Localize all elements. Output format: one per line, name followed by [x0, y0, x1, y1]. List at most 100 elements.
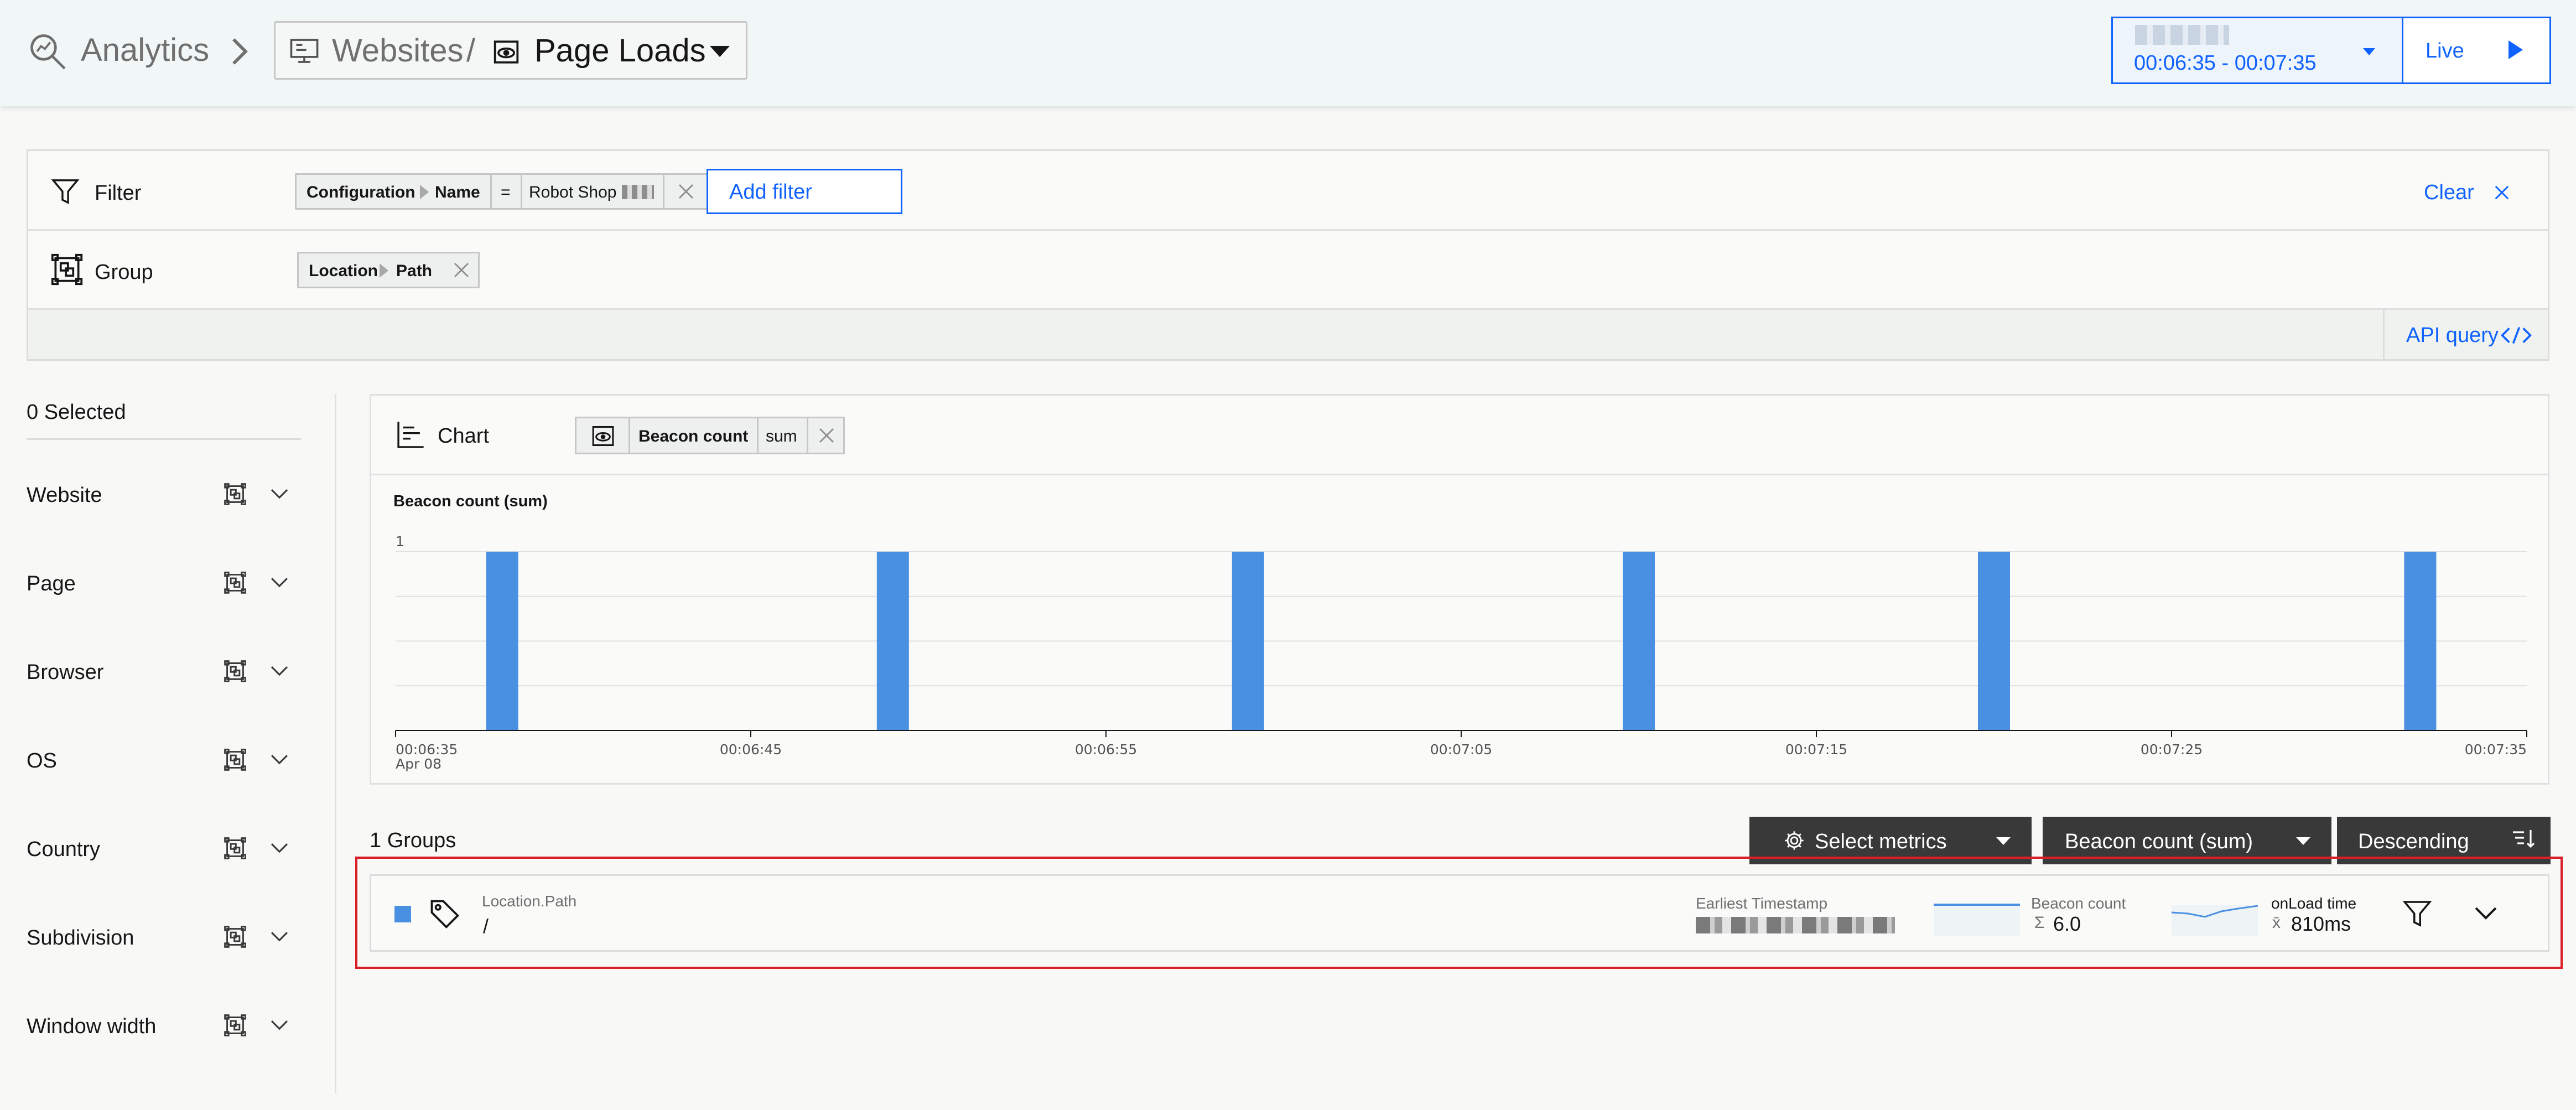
sidebar-item-label: Subdivision	[27, 926, 134, 950]
filter-tag-remove-icon[interactable]	[677, 183, 695, 200]
add-filter-input[interactable]: Add filter	[707, 169, 902, 214]
bar	[1623, 552, 1655, 730]
time-range-picker[interactable]: 00:06:35 - 00:07:35	[2111, 17, 2403, 84]
chevron-down-icon[interactable]	[270, 841, 289, 855]
time-range-date-redacted	[2135, 25, 2229, 45]
x-tick-label: 00:07:25	[2141, 741, 2203, 758]
sidebar-item[interactable]: Browser	[27, 658, 303, 686]
filter-tag-operator: =	[501, 183, 511, 201]
sidebar-item-label: Website	[27, 484, 102, 507]
tag-separator-icon	[420, 185, 429, 199]
api-query-bar	[28, 310, 2548, 359]
filter-tag-part2: Name	[435, 183, 480, 201]
group-by-icon[interactable]	[224, 925, 247, 948]
breadcrumb-chevron-right-icon	[227, 35, 252, 68]
sidebar-item[interactable]: Country	[27, 836, 303, 863]
filter-label: Filter	[95, 181, 142, 205]
group-label: Group	[95, 261, 153, 284]
sidebar-vertical-divider	[335, 394, 336, 1093]
bar	[876, 552, 909, 730]
x-tick-label: 00:06:45	[720, 741, 782, 758]
chevron-down-icon[interactable]	[270, 664, 289, 678]
group-tag-part2: Path	[396, 262, 433, 280]
clear-filter-link[interactable]: Clear	[2424, 181, 2474, 205]
group-by-icon[interactable]	[224, 837, 247, 860]
chevron-down-icon[interactable]	[270, 930, 289, 944]
sort-metric-label: Beacon count (sum)	[2065, 830, 2253, 853]
analytics-magnifier-icon	[27, 30, 69, 72]
sidebar-item[interactable]: Window width	[27, 1013, 303, 1040]
group-icon	[50, 253, 84, 286]
sort-order-label: Descending	[2358, 830, 2469, 853]
sidebar-item[interactable]: Website	[27, 481, 303, 509]
filter-tag-part1: Configuration	[307, 183, 416, 201]
selected-count: 0 Selected	[27, 401, 126, 424]
top-header: Analytics Websites / Page Loads 00:06:35…	[0, 0, 2576, 106]
websites-icon	[288, 35, 321, 67]
filter-tag-value: Robot Shop	[529, 183, 617, 201]
group-tag: Location Path	[297, 252, 480, 288]
gear-icon	[1784, 830, 1805, 851]
websites-page-loads-dropdown[interactable]: Websites / Page Loads	[274, 21, 747, 80]
groups-count: 1 Groups	[370, 829, 456, 852]
tag-divider	[490, 175, 492, 208]
x-tick-label: 00:06:35	[396, 741, 458, 758]
group-by-icon[interactable]	[224, 1014, 247, 1037]
chevron-down-icon[interactable]	[270, 753, 289, 767]
sidebar-item-label: Country	[27, 838, 101, 861]
live-button[interactable]: Live	[2402, 17, 2551, 84]
page-loads-label: Page Loads	[534, 33, 706, 69]
chevron-down-icon	[710, 46, 730, 57]
filter-funnel-icon	[50, 177, 80, 206]
select-metrics-label: Select metrics	[1815, 830, 1947, 853]
chart-panel: Chart Beacon count sum Beacon count (sum…	[370, 394, 2549, 785]
sidebar-item[interactable]: OS	[27, 747, 303, 775]
tag-divider	[521, 175, 522, 208]
time-range-caret-icon	[2363, 48, 2375, 55]
x-tick-label: 00:07:05	[1430, 741, 1492, 758]
chevron-down-icon[interactable]	[270, 575, 289, 590]
group-tag-remove-icon[interactable]	[453, 261, 470, 279]
filter-tag: Configuration Name = Robot Shop	[295, 173, 719, 210]
sidebar-divider	[27, 438, 301, 440]
add-filter-placeholder: Add filter	[729, 180, 812, 204]
bar	[486, 552, 518, 730]
clear-close-icon[interactable]	[2494, 184, 2510, 201]
filter-group-panel: Filter Configuration Name = Robot Shop A…	[27, 149, 2549, 361]
bar	[1232, 552, 1264, 730]
page-loads-eye-icon	[492, 38, 520, 66]
x-tick-label: 00:07:35	[2465, 741, 2527, 758]
analytics-breadcrumb[interactable]: Analytics	[81, 34, 209, 66]
websites-label: Websites	[332, 33, 464, 69]
sidebar-item-label: Browser	[27, 661, 104, 684]
bar	[1978, 552, 2010, 730]
filter-tag-value-redacted	[622, 185, 654, 199]
group-tag-part1: Location	[309, 262, 378, 280]
tag-separator-icon	[380, 263, 388, 278]
chevron-down-icon[interactable]	[270, 487, 289, 501]
y-tick-label: 1	[396, 533, 404, 549]
live-label: Live	[2426, 39, 2464, 63]
sidebar-item[interactable]: Subdivision	[27, 924, 303, 952]
group-by-icon[interactable]	[224, 483, 247, 506]
group-by-icon[interactable]	[224, 571, 247, 594]
bar	[2404, 552, 2437, 730]
sidebar-item[interactable]: Page	[27, 570, 303, 598]
play-icon	[2509, 40, 2523, 59]
chevron-down-icon	[1996, 837, 2011, 845]
breadcrumb-separator: /	[466, 33, 476, 69]
time-range-value: 00:06:35 - 00:07:35	[2134, 51, 2317, 75]
code-icon[interactable]	[2500, 324, 2532, 347]
x-tick-label: 00:07:15	[1785, 741, 1847, 758]
x-tick-date: Apr 08	[396, 756, 442, 772]
group-by-icon[interactable]	[224, 660, 247, 683]
sidebar-item-label: Page	[27, 572, 76, 595]
highlight-box	[355, 857, 2563, 969]
api-query-divider	[2383, 310, 2385, 359]
chevron-down-icon	[2296, 837, 2310, 845]
api-query-link[interactable]: API query	[2406, 324, 2499, 347]
chevron-down-icon[interactable]	[270, 1018, 289, 1033]
sidebar-item-label: OS	[27, 749, 57, 772]
group-by-icon[interactable]	[224, 748, 247, 771]
beacon-count-chart: 00:06:35 00:06:45 00:06:55 00:07:05 00:07:15…	[395, 533, 2527, 772]
